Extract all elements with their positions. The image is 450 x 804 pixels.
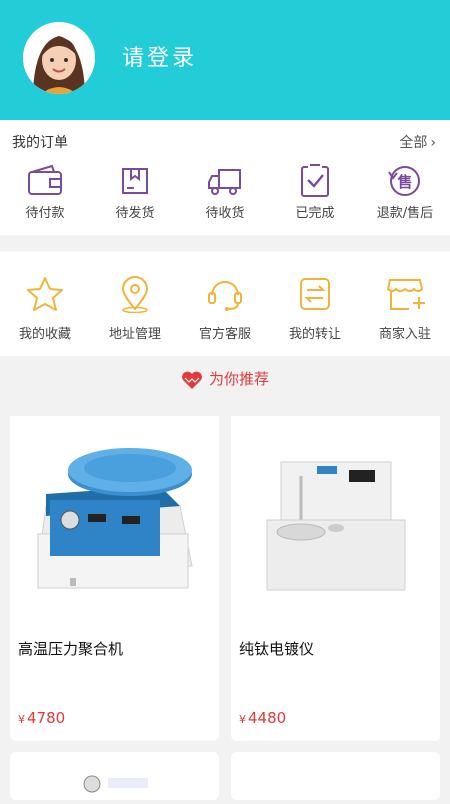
orders-all-link[interactable]: 全部 › (399, 132, 436, 152)
heart-icon (182, 371, 202, 389)
service-label: 我的转让 (288, 327, 341, 342)
location-icon (121, 276, 149, 313)
transfer-icon (300, 278, 330, 310)
services-section: 我的收藏 地址管理 官方客服 我的转让 商家入驻 (0, 251, 450, 356)
wallet-icon (28, 164, 62, 195)
svg-text:售: 售 (397, 173, 412, 191)
order-pending-payment[interactable]: 待付款 (0, 160, 90, 230)
order-pending-receipt[interactable]: 待收货 (180, 160, 270, 230)
orders-section: 我的订单 全部 › 待付款 待发货 待收货 已完成 售 退款/售后 (0, 120, 450, 235)
price-value: 4780 (27, 709, 66, 727)
product-price: ¥4780 (18, 709, 65, 727)
truck-icon (208, 169, 241, 195)
package-icon (122, 168, 148, 194)
service-address[interactable]: 地址管理 (90, 251, 180, 342)
order-completed[interactable]: 已完成 (270, 160, 360, 230)
product-price: ¥4480 (239, 709, 286, 727)
service-label: 地址管理 (108, 327, 161, 342)
service-merchant[interactable]: 商家入驻 (360, 251, 450, 342)
order-label: 待收货 (205, 206, 245, 221)
service-label: 官方客服 (198, 327, 251, 342)
refund-icon: 售 (388, 166, 420, 196)
product-image (231, 416, 440, 626)
avatar[interactable] (23, 22, 95, 94)
headset-icon (208, 281, 242, 311)
product-image (10, 416, 219, 626)
check-box-icon (301, 164, 329, 197)
product-card[interactable]: 纯钛电镀仪 ¥4480 (231, 416, 440, 741)
orders-all-label: 全部 (399, 135, 428, 151)
shop-add-icon (386, 279, 425, 310)
chevron-right-icon: › (430, 135, 436, 151)
order-label: 退款/售后 (376, 206, 434, 221)
price-value: 4480 (248, 709, 287, 727)
product-card[interactable]: 高温压力聚合机 ¥4780 (10, 416, 219, 741)
order-pending-shipment[interactable]: 待发货 (90, 160, 180, 230)
login-prompt[interactable]: 请登录 (122, 40, 197, 72)
order-label: 已完成 (295, 206, 335, 221)
product-image (83, 775, 148, 793)
star-icon (27, 277, 63, 311)
profile-header: 请登录 (0, 0, 450, 120)
order-label: 待付款 (25, 206, 65, 221)
product-name: 纯钛电镀仪 (239, 640, 315, 658)
recommend-title: 为你推荐 (208, 370, 269, 388)
recommend-heading: 为你推荐 (0, 368, 450, 390)
order-refund[interactable]: 售 退款/售后 (360, 160, 450, 230)
product-name: 高温压力聚合机 (18, 640, 124, 658)
service-label: 我的收藏 (18, 327, 71, 342)
order-label: 待发货 (115, 206, 155, 221)
service-label: 商家入驻 (378, 327, 431, 342)
service-transfer[interactable]: 我的转让 (270, 251, 360, 342)
product-card[interactable] (10, 752, 219, 800)
service-support[interactable]: 官方客服 (180, 251, 270, 342)
product-card[interactable] (231, 752, 440, 800)
currency-symbol: ¥ (18, 713, 25, 726)
currency-symbol: ¥ (239, 713, 246, 726)
orders-title: 我的订单 (12, 135, 68, 151)
service-favorites[interactable]: 我的收藏 (0, 251, 90, 342)
